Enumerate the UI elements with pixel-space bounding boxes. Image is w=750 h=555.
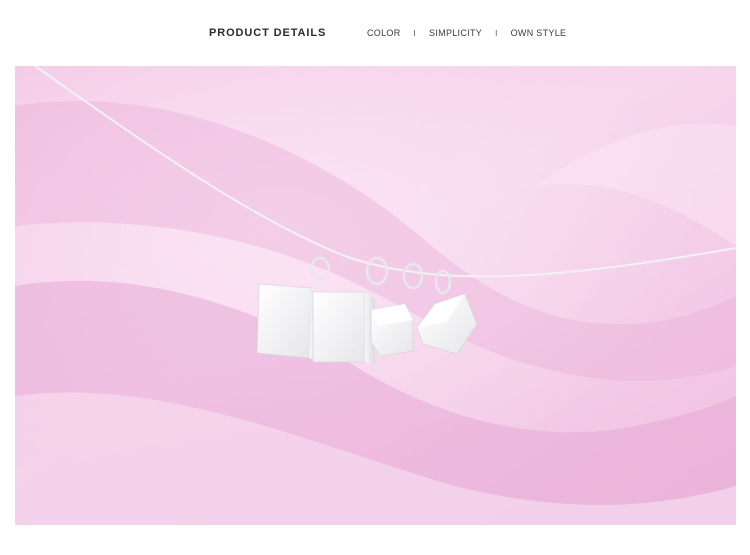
cube-pendant [370,303,414,357]
tag-separator: I [413,28,417,38]
cube-pendant [256,283,321,362]
cube-pendant [312,291,375,366]
section-title: PRODUCT DETAILS [209,27,327,39]
product-photo [15,66,736,525]
tag-color: COLOR [367,28,401,38]
product-details-header: PRODUCT DETAILS COLOR I SIMPLICITY I OWN… [0,0,750,66]
tag-own-style: OWN STYLE [510,28,567,38]
necklace-illustration [15,66,736,525]
tag-separator: I [495,28,498,38]
tag-simplicity: SIMPLICITY [429,28,483,38]
feature-tags: COLOR I SIMPLICITY I OWN STYLE [367,28,566,38]
